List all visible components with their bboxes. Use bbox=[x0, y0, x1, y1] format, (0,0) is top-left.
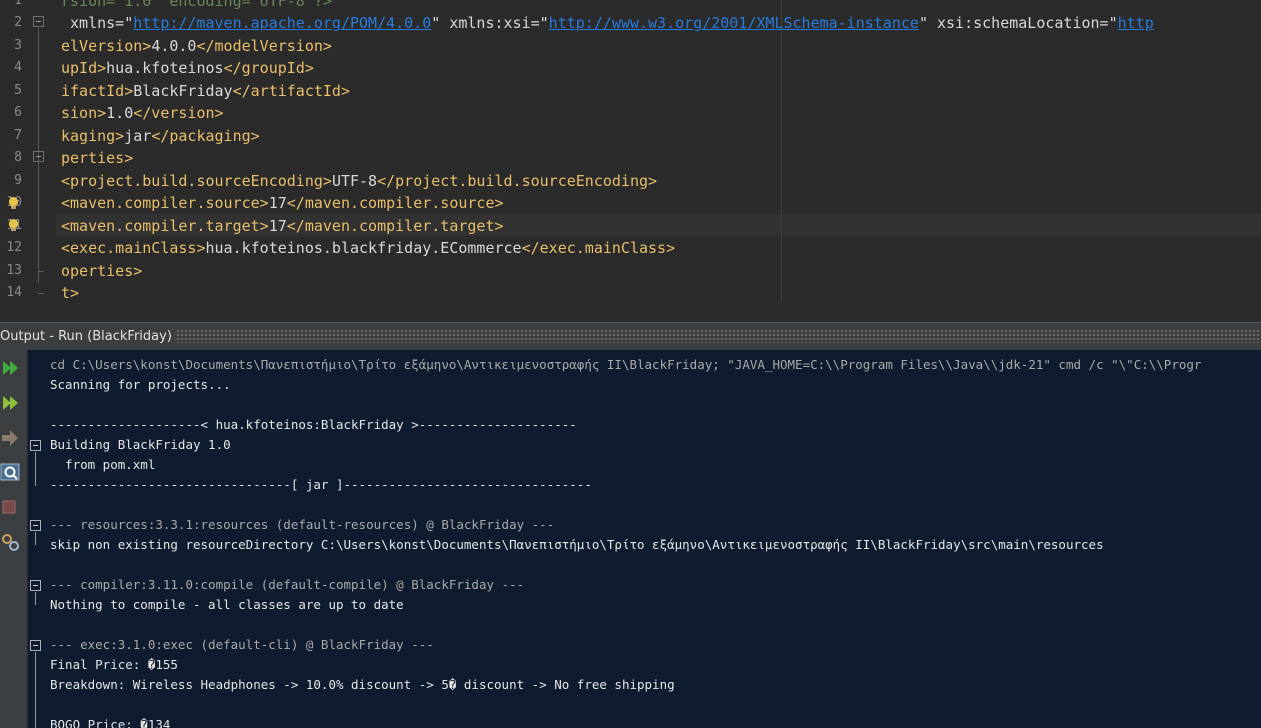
lightbulb-hint-icon[interactable] bbox=[9, 197, 18, 209]
code-line-5: ifactId>BlackFriday</artifactId> bbox=[61, 82, 350, 100]
fold-end-marker bbox=[38, 293, 44, 294]
stop-icon[interactable] bbox=[0, 496, 24, 520]
output-line: cd C:\Users\konst\Documents\Πανεπιστήμιο… bbox=[50, 357, 1202, 372]
line-number: 3 bbox=[14, 38, 22, 53]
output-panel-header[interactable]: Output - Run (BlackFriday) bbox=[0, 322, 1261, 350]
right-margin-guide bbox=[781, 0, 782, 302]
settings-icon[interactable] bbox=[0, 531, 24, 555]
code-line-9: <project.build.sourceEncoding>UTF-8</pro… bbox=[61, 172, 658, 190]
code-line-6: sion>1.0</version> bbox=[61, 104, 224, 122]
fold-toggle-icon[interactable] bbox=[30, 440, 41, 451]
fold-guide bbox=[35, 452, 36, 486]
code-editor[interactable]: 1 2 3 4 5 6 7 8 9 10 11 12 13 14 rsion="… bbox=[0, 0, 1261, 322]
stop-arrow-icon[interactable] bbox=[0, 426, 24, 450]
output-line: --- compiler:3.11.0:compile (default-com… bbox=[50, 577, 525, 592]
line-number: 13 bbox=[6, 263, 22, 278]
fold-guide bbox=[35, 652, 36, 728]
output-line: BOGO Price: �134 bbox=[50, 717, 171, 728]
fold-guide bbox=[35, 592, 36, 605]
fold-toggle-icon[interactable] bbox=[30, 520, 41, 531]
line-number: 12 bbox=[6, 240, 22, 255]
rerun-icon[interactable] bbox=[0, 356, 24, 380]
namespace-link[interactable]: http bbox=[1118, 14, 1154, 32]
panel-drag-handle[interactable] bbox=[176, 329, 1261, 343]
namespace-link[interactable]: http://maven.apache.org/POM/4.0.0 bbox=[133, 14, 431, 32]
code-line-3: elVersion>4.0.0</modelVersion> bbox=[61, 37, 332, 55]
output-console[interactable]: cd C:\Users\konst\Documents\Πανεπιστήμιο… bbox=[28, 350, 1261, 728]
line-number: 6 bbox=[14, 105, 22, 120]
fold-toggle-icon[interactable] bbox=[33, 151, 44, 162]
line-number: 1 bbox=[14, 0, 22, 8]
fold-toggle-icon[interactable] bbox=[30, 580, 41, 591]
line-number: 7 bbox=[14, 128, 22, 143]
code-line-7: kaging>jar</packaging> bbox=[61, 127, 260, 145]
lightbulb-hint-icon[interactable] bbox=[9, 219, 18, 231]
line-number: 14 bbox=[6, 285, 22, 300]
output-line: Nothing to compile - all classes are up … bbox=[50, 597, 404, 612]
output-line: Breakdown: Wireless Headphones -> 10.0% … bbox=[50, 677, 675, 692]
fold-toggle-icon[interactable] bbox=[30, 640, 41, 651]
namespace-link[interactable]: http://www.w3.org/2001/XMLSchema-instanc… bbox=[549, 14, 919, 32]
inspect-icon[interactable] bbox=[0, 461, 24, 485]
code-line-1: rsion="1.0" encoding="UTF-8"?> bbox=[61, 0, 332, 10]
code-line-12: <exec.mainClass>hua.kfoteinos.blackfrida… bbox=[61, 239, 676, 257]
line-number: 5 bbox=[14, 83, 22, 98]
code-line-14: t> bbox=[61, 284, 80, 302]
line-number: 2 bbox=[14, 15, 22, 30]
code-line-2: xmlns="http://maven.apache.org/POM/4.0.0… bbox=[61, 14, 1154, 32]
output-line: skip non existing resourceDirectory C:\U… bbox=[50, 537, 1104, 552]
output-line: --------------------------------[ jar ]-… bbox=[50, 477, 592, 492]
code-line-10: <maven.compiler.source>17</maven.compile… bbox=[61, 194, 504, 212]
output-line: --------------------< hua.kfoteinos:Blac… bbox=[50, 417, 577, 432]
code-line-13: operties> bbox=[61, 262, 143, 280]
editor-gutter: 1 2 3 4 5 6 7 8 9 10 11 12 13 14 bbox=[0, 0, 56, 322]
output-line: Building BlackFriday 1.0 bbox=[50, 437, 231, 452]
output-line: --- resources:3.3.1:resources (default-r… bbox=[50, 517, 555, 532]
fold-end-marker bbox=[38, 271, 44, 272]
code-line-8: perties> bbox=[61, 149, 134, 167]
output-toolbar bbox=[0, 350, 28, 728]
output-panel-title[interactable]: Output - Run (BlackFriday) bbox=[0, 329, 172, 344]
line-number: 8 bbox=[14, 150, 22, 165]
fold-guide bbox=[35, 532, 36, 545]
output-line: from pom.xml bbox=[50, 457, 156, 472]
fold-toggle-icon[interactable] bbox=[33, 16, 44, 27]
line-number: 4 bbox=[14, 60, 22, 75]
rerun-goals-icon[interactable] bbox=[0, 391, 24, 415]
output-line: Final Price: �155 bbox=[50, 657, 178, 672]
code-line-11: <maven.compiler.target>17</maven.compile… bbox=[61, 217, 504, 235]
output-line: --- exec:3.1.0:exec (default-cli) @ Blac… bbox=[50, 637, 434, 652]
code-line-4: upId>hua.kfoteinos</groupId> bbox=[61, 59, 314, 77]
output-line: Scanning for projects... bbox=[50, 377, 231, 392]
line-number: 9 bbox=[14, 173, 22, 188]
